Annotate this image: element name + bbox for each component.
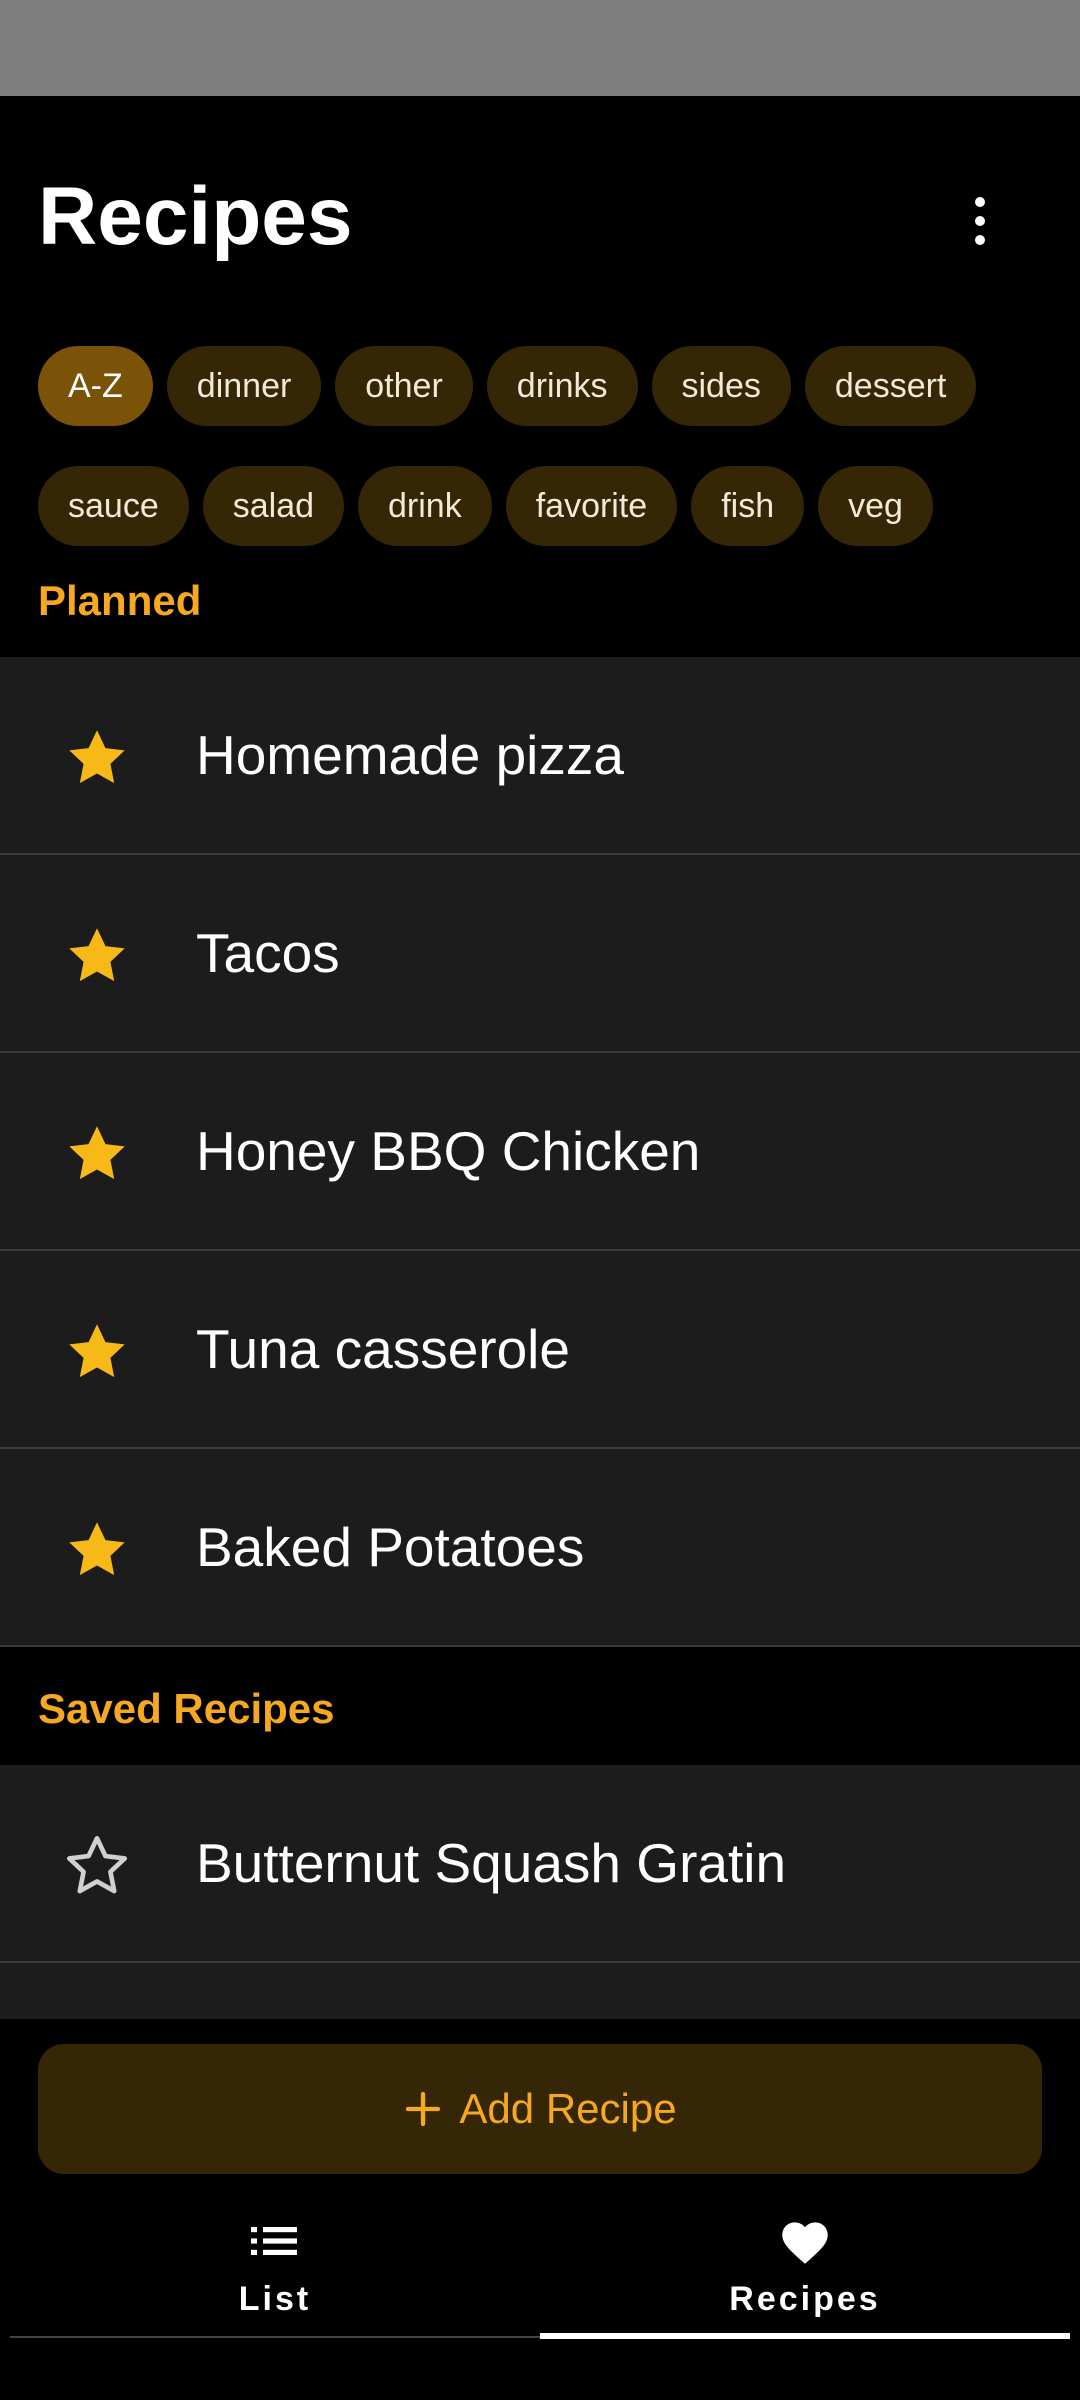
saved-section-label: Saved Recipes xyxy=(38,1685,335,1732)
heart-icon xyxy=(782,2222,828,2264)
page-title: Recipes xyxy=(38,171,353,262)
recipe-title: Tuna casserole xyxy=(196,1318,570,1380)
filter-chip-sauce[interactable]: sauce xyxy=(38,466,189,546)
filter-chip-veg[interactable]: veg xyxy=(818,466,933,546)
nav-tab-list[interactable]: List xyxy=(10,2190,540,2340)
filter-chip-fish[interactable]: fish xyxy=(691,466,805,546)
star-filled-icon[interactable] xyxy=(62,921,132,991)
recipe-title: Baked Potatoes xyxy=(196,1516,585,1578)
recipe-row[interactable]: Tuna casserole xyxy=(0,1251,1080,1449)
recipe-row[interactable]: Tacos xyxy=(0,855,1080,1053)
nav-divider xyxy=(10,2336,540,2338)
filter-chip-other[interactable]: other xyxy=(335,346,473,426)
star-filled-icon[interactable] xyxy=(62,723,132,793)
recipe-row[interactable]: Honey BBQ Chicken xyxy=(0,1053,1080,1251)
recipe-title: Homemade pizza xyxy=(196,724,624,786)
filter-chip-sides[interactable]: sides xyxy=(651,346,791,426)
saved-list: Butternut Squash Gratin xyxy=(0,1765,1080,1963)
filter-chip-drink[interactable]: drink xyxy=(358,466,492,546)
bottom-navigation: List Recipes xyxy=(0,2190,1080,2400)
app-header: Recipes xyxy=(0,96,1080,326)
filter-chip-a-z[interactable]: A-Z xyxy=(38,346,153,426)
filter-chip-drinks[interactable]: drinks xyxy=(486,346,638,426)
recipe-row[interactable]: Baked Potatoes xyxy=(0,1449,1080,1647)
add-recipe-button[interactable]: Add Recipe xyxy=(38,2044,1042,2174)
planned-list: Homemade pizza Tacos Honey BBQ Chicken T… xyxy=(0,657,1080,1647)
add-recipe-label: Add Recipe xyxy=(459,2085,677,2132)
filter-chips-row-2: sauce salad drink favorite fish veg xyxy=(38,466,933,546)
nav-label-list: List xyxy=(238,2280,312,2318)
recipe-title: Tacos xyxy=(196,922,340,984)
list-icon xyxy=(251,2227,297,2255)
filter-chip-dinner[interactable]: dinner xyxy=(166,346,322,426)
nav-tab-recipes[interactable]: Recipes xyxy=(540,2190,1070,2340)
more-options-icon[interactable] xyxy=(950,186,1010,256)
star-filled-icon[interactable] xyxy=(62,1119,132,1189)
recipe-row[interactable]: Homemade pizza xyxy=(0,657,1080,855)
star-filled-icon[interactable] xyxy=(62,1515,132,1585)
recipe-title: Honey BBQ Chicken xyxy=(196,1120,701,1182)
planned-section-label: Planned xyxy=(38,577,202,624)
nav-label-recipes: Recipes xyxy=(729,2280,881,2318)
filter-chip-salad[interactable]: salad xyxy=(202,466,345,546)
star-outline-icon[interactable] xyxy=(62,1831,132,1901)
list-item-partial xyxy=(0,1963,1080,2019)
star-filled-icon[interactable] xyxy=(62,1317,132,1387)
filter-chip-favorite[interactable]: favorite xyxy=(505,466,678,546)
plus-icon xyxy=(406,2091,441,2127)
recipe-title: Butternut Squash Gratin xyxy=(196,1832,787,1894)
filter-chip-dessert[interactable]: dessert xyxy=(804,346,977,426)
active-tab-indicator xyxy=(540,2333,1070,2339)
recipe-row[interactable]: Butternut Squash Gratin xyxy=(0,1765,1080,1963)
filter-chips-row-1: A-Z dinner other drinks sides dessert xyxy=(38,346,977,426)
status-bar xyxy=(0,0,1080,96)
